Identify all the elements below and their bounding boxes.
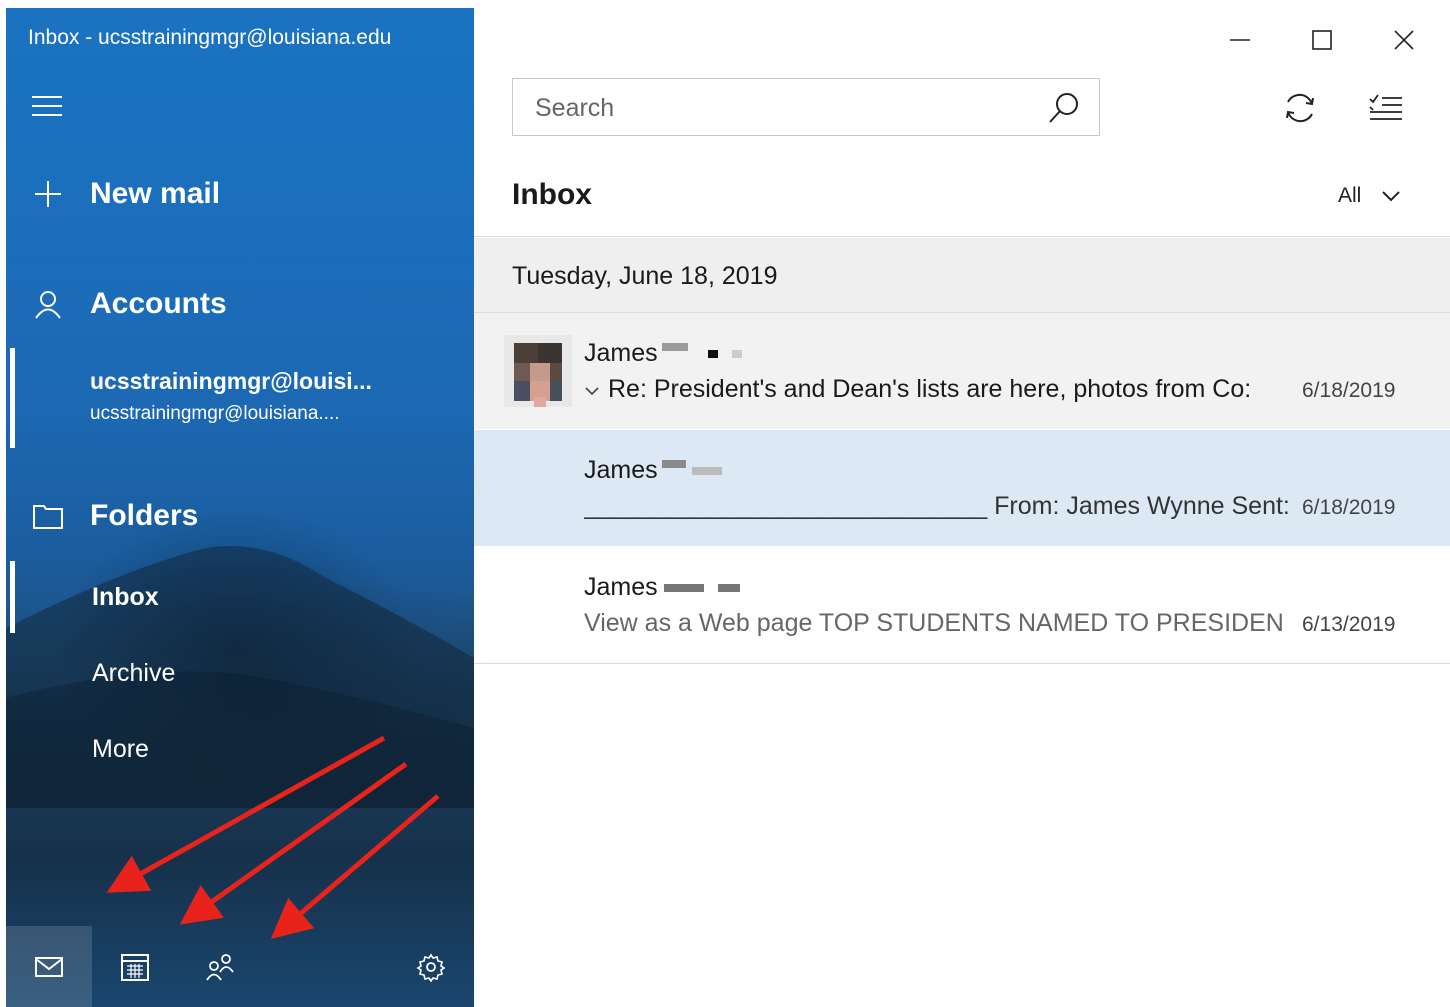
close-button[interactable] bbox=[1384, 22, 1424, 58]
sender-first-name: James bbox=[584, 573, 658, 601]
chevron-down-icon[interactable] bbox=[584, 385, 600, 397]
folder-icon bbox=[28, 496, 68, 536]
redacted-block bbox=[661, 460, 686, 468]
people-app-button[interactable] bbox=[178, 926, 264, 1007]
message-subject: Re: President's and Dean's lists are her… bbox=[608, 375, 1252, 403]
mail-icon bbox=[35, 956, 63, 977]
calendar-app-button[interactable] bbox=[92, 926, 178, 1007]
header-divider bbox=[474, 236, 1450, 237]
settings-button[interactable] bbox=[388, 926, 474, 1007]
close-icon bbox=[1394, 30, 1414, 50]
folder-title: Inbox bbox=[512, 178, 592, 211]
accounts-label: Accounts bbox=[90, 287, 227, 320]
folder-more[interactable]: More bbox=[92, 735, 149, 764]
redacted-block bbox=[731, 350, 742, 359]
message-preview: View as a Web page TOP STUDENTS NAMED TO… bbox=[584, 609, 1284, 637]
new-mail-label: New mail bbox=[90, 177, 221, 210]
message-item[interactable]: James _____________________________ From… bbox=[474, 430, 1450, 546]
settings-icon bbox=[416, 953, 446, 982]
hamburger-icon[interactable] bbox=[32, 96, 64, 120]
search-box bbox=[512, 78, 1100, 136]
person-icon bbox=[28, 284, 68, 324]
navigation-pane: Inbox - ucsstrainingmgr@louisiana.edu Ne… bbox=[6, 8, 474, 1007]
message-item[interactable]: James View as a Web page TOP STUDENTS NA… bbox=[474, 547, 1450, 663]
redacted-block bbox=[717, 584, 740, 593]
sender-avatar bbox=[504, 335, 572, 407]
filter-label: All bbox=[1338, 184, 1362, 207]
message-item[interactable]: James Re: President's and Dean's lists a… bbox=[474, 313, 1450, 429]
account-email: ucsstrainingmgr@louisiana.... bbox=[90, 403, 340, 424]
sync-button[interactable] bbox=[1280, 88, 1320, 128]
app-switcher-bar bbox=[6, 926, 474, 1007]
annotation-arrow-people bbox=[270, 794, 440, 939]
maximize-button[interactable] bbox=[1302, 22, 1342, 58]
sender-first-name: James bbox=[584, 339, 658, 367]
folder-inbox[interactable]: Inbox bbox=[92, 583, 159, 612]
redacted-block bbox=[663, 584, 704, 593]
message-date: 6/18/2019 bbox=[1302, 379, 1396, 402]
chevron-down-icon bbox=[1382, 191, 1401, 202]
date-group-header: Tuesday, June 18, 2019 bbox=[474, 238, 1450, 312]
people-icon bbox=[206, 953, 234, 981]
date-group-label: Tuesday, June 18, 2019 bbox=[512, 262, 778, 290]
search-input[interactable] bbox=[533, 91, 1037, 125]
account-selection-indicator bbox=[10, 348, 15, 448]
folders-label: Folders bbox=[90, 499, 199, 532]
minimize-button[interactable] bbox=[1220, 22, 1260, 58]
search-icon[interactable] bbox=[1047, 91, 1081, 125]
selection-mode-button[interactable] bbox=[1366, 88, 1406, 128]
sync-icon bbox=[1286, 93, 1314, 123]
plus-icon bbox=[28, 174, 68, 214]
window-title: Inbox - ucsstrainingmgr@louisiana.edu bbox=[28, 26, 392, 49]
calendar-icon bbox=[121, 953, 149, 981]
folder-archive[interactable]: Archive bbox=[92, 659, 175, 688]
account-name: ucsstrainingmgr@louisi... bbox=[90, 368, 372, 394]
mail-app-button[interactable] bbox=[6, 926, 92, 1007]
message-preview: _____________________________ From: Jame… bbox=[584, 492, 1294, 520]
message-date: 6/18/2019 bbox=[1302, 496, 1396, 519]
folder-selection-indicator bbox=[10, 561, 15, 633]
account-item[interactable]: ucsstrainingmgr@louisi... ucsstrainingmg… bbox=[90, 368, 372, 425]
message-date: 6/13/2019 bbox=[1302, 613, 1396, 636]
message-list-pane: Inbox All Tuesday, June 18, 2019 Jam bbox=[474, 8, 1450, 1007]
minimize-icon bbox=[1230, 39, 1250, 41]
redacted-block bbox=[661, 343, 688, 351]
background-mountain bbox=[6, 546, 474, 808]
message-preview: Re: President's and Dean's lists are her… bbox=[584, 375, 1294, 404]
maximize-icon bbox=[1312, 30, 1332, 50]
sender-name: James bbox=[584, 339, 742, 368]
accounts-button[interactable]: Accounts bbox=[28, 284, 227, 324]
list-end-divider bbox=[474, 663, 1450, 664]
redacted-block bbox=[707, 350, 718, 359]
select-icon bbox=[1369, 94, 1402, 120]
sender-name: James bbox=[584, 456, 722, 485]
filter-dropdown[interactable]: All bbox=[1338, 184, 1401, 208]
sender-first-name: James bbox=[584, 456, 658, 484]
new-mail-button[interactable]: New mail bbox=[28, 174, 220, 214]
redacted-block bbox=[691, 467, 722, 476]
sender-name: James bbox=[584, 573, 740, 602]
folders-button[interactable]: Folders bbox=[28, 496, 198, 536]
